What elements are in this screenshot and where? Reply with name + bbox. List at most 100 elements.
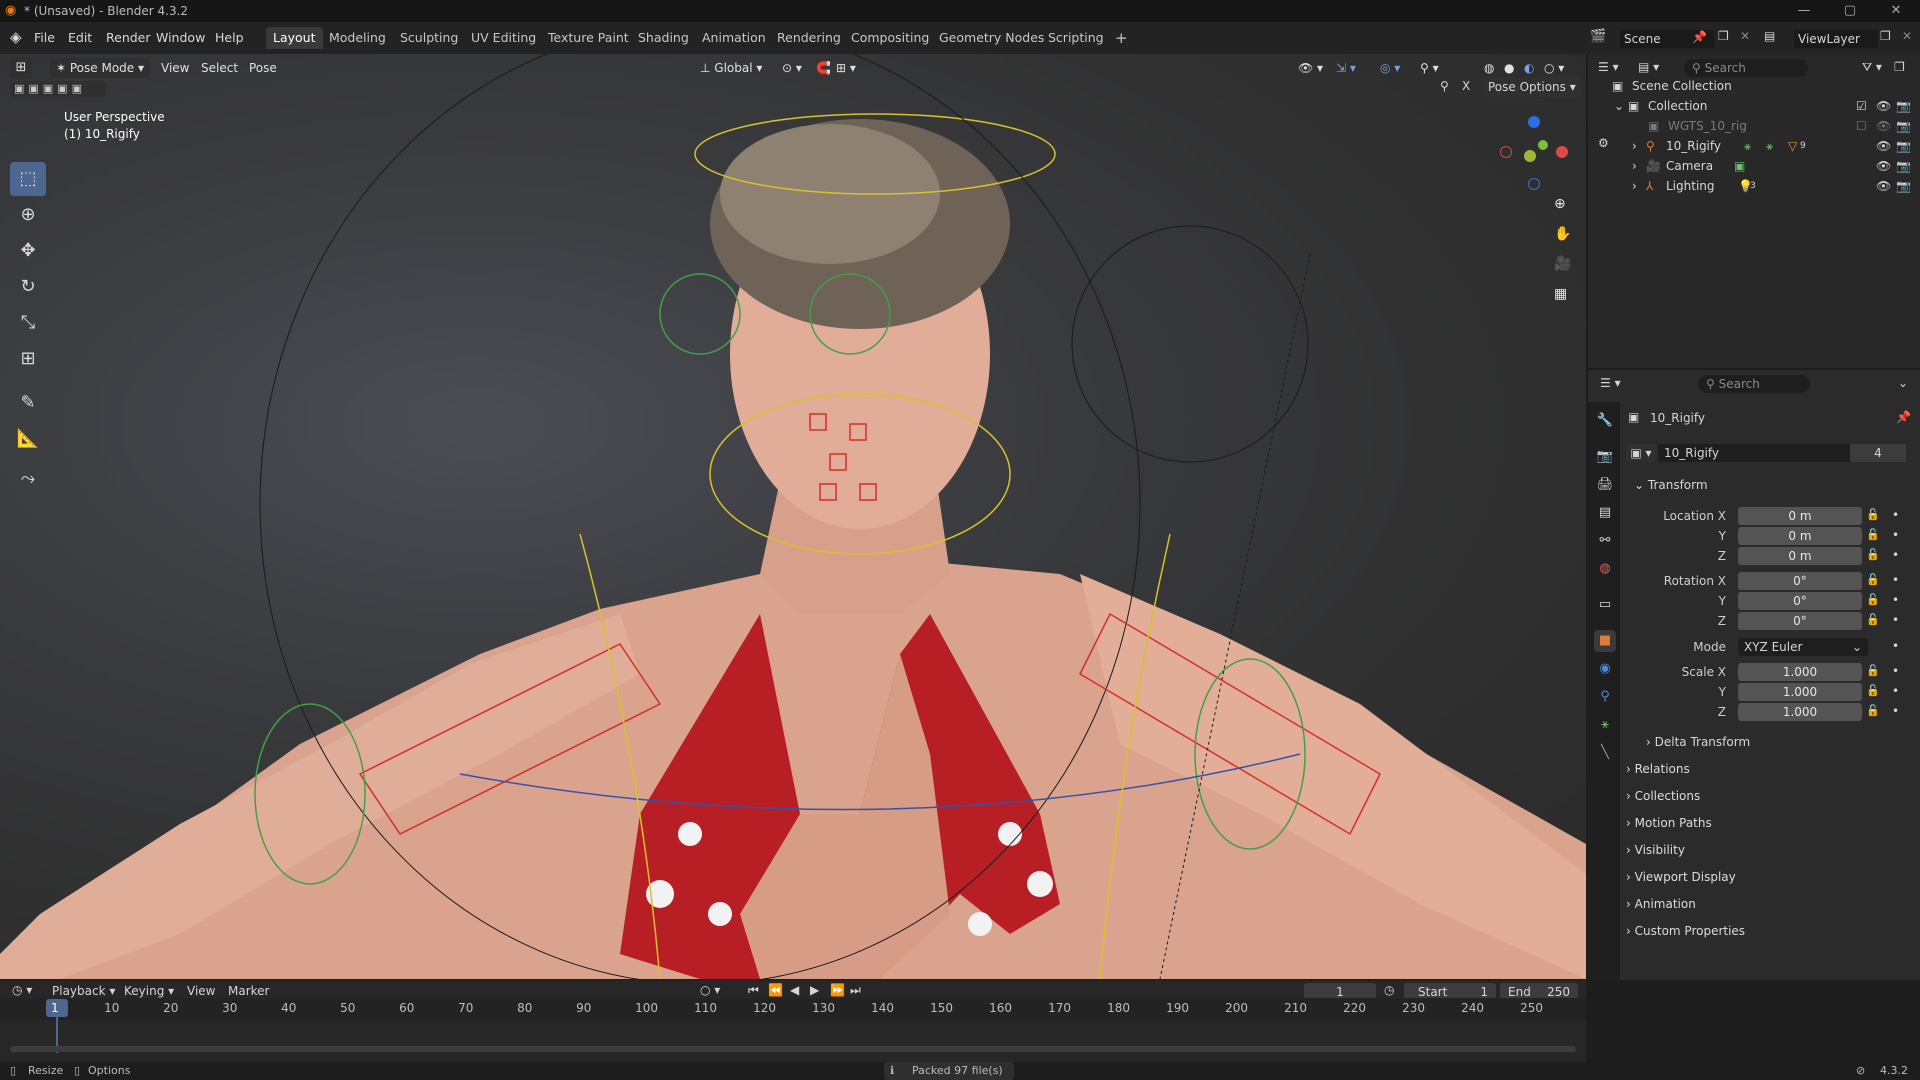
tab-modeling[interactable]: Modeling	[322, 27, 393, 49]
keyframe-dot-icon[interactable]: •	[1892, 528, 1899, 542]
tab-texture-paint[interactable]: Texture Paint	[541, 27, 636, 49]
tree-row-wgts[interactable]: ▣ WGTS_10_rig ☐ 👁 📷	[1588, 116, 1920, 136]
keyframe-dot-icon[interactable]: •	[1892, 593, 1899, 607]
expand-arrow-icon[interactable]: ›	[1632, 136, 1637, 156]
remove-viewlayer-icon[interactable]: ✕	[1902, 29, 1912, 43]
status-report[interactable]: ℹ Packed 97 file(s)	[884, 1062, 1014, 1080]
scene-icon[interactable]: 🎬	[1590, 29, 1606, 44]
keyframe-dot-icon[interactable]: •	[1892, 684, 1899, 698]
axis-x-icon[interactable]	[1556, 146, 1568, 158]
menu-window[interactable]: Window	[156, 30, 205, 45]
jump-end-icon[interactable]: ⏭	[850, 983, 861, 998]
minimize-icon[interactable]: —	[1796, 3, 1812, 19]
play-reverse-icon[interactable]: ◀	[790, 983, 799, 997]
datablock-name-field[interactable]: 10_Rigify	[1658, 444, 1856, 462]
scale-tool-icon[interactable]: ⤡	[10, 306, 46, 340]
shading-material-icon[interactable]: ◐	[1524, 58, 1534, 78]
lock-icon[interactable]: 🔓	[1866, 704, 1880, 717]
tree-row-camera[interactable]: › 🎥 Camera ▣ 👁 📷	[1588, 156, 1920, 176]
filter-icon[interactable]: ⛛ ▾	[1862, 60, 1882, 75]
keying-menu[interactable]: Keying ▾	[124, 984, 174, 998]
pin-icon[interactable]: 📌	[1896, 410, 1911, 424]
datablock-selector[interactable]: ▣ ▾	[1626, 444, 1656, 462]
camera-restrict-icon[interactable]: 📷	[1896, 156, 1911, 176]
bone-tab-icon[interactable]: ╲	[1594, 742, 1616, 764]
mirror-x-toggle[interactable]: X	[1462, 79, 1470, 93]
transform-panel-header[interactable]: ⌄ Transform	[1634, 478, 1708, 492]
tree-row-rigify[interactable]: › ⚲ 10_Rigify ⚹ ⚹ ▽ 9 👁 📷	[1588, 136, 1920, 156]
scale-y-field[interactable]: 1.000	[1738, 683, 1862, 701]
rotation-y-field[interactable]: 0°	[1738, 592, 1862, 610]
options-chevron-icon[interactable]: ⌄	[1898, 376, 1908, 390]
bone-tool-icon[interactable]: ⤳	[10, 462, 46, 496]
output-tab-icon[interactable]: 🖨	[1594, 474, 1616, 496]
lock-icon[interactable]: 🔓	[1866, 593, 1880, 606]
clock-icon[interactable]: ◷	[1384, 983, 1394, 997]
keyframe-dot-icon[interactable]: •	[1892, 639, 1899, 653]
menu-render[interactable]: Render	[106, 30, 151, 45]
delta-transform-subpanel[interactable]: › Delta Transform	[1646, 735, 1750, 749]
keyframe-dot-icon[interactable]: •	[1892, 664, 1899, 678]
ortho-toggle-icon[interactable]: ▦	[1554, 286, 1567, 302]
auto-keying-icon[interactable]: ○ ▾	[700, 983, 720, 997]
eye-icon[interactable]: 👁	[1876, 116, 1891, 136]
3d-viewport[interactable]: ⊞ ✶ Pose Mode ▾ View Select Pose ⊥ Globa…	[0, 54, 1586, 979]
panel-animation[interactable]: › Animation	[1626, 897, 1696, 911]
shading-rendered-icon[interactable]: ○ ▾	[1544, 58, 1564, 78]
rotation-mode-dropdown[interactable]: XYZ Euler ⌄	[1738, 638, 1868, 656]
lock-icon[interactable]: 🔓	[1866, 684, 1880, 697]
object-tab-icon[interactable]: ■	[1594, 630, 1616, 652]
axis-neg-z-icon[interactable]	[1528, 178, 1540, 190]
user-count-badge[interactable]: 4	[1850, 444, 1906, 462]
axis-y-icon[interactable]	[1538, 140, 1548, 150]
overlay-icon[interactable]: ◎ ▾	[1380, 58, 1400, 78]
display-mode-icon[interactable]: ▤ ▾	[1638, 60, 1659, 74]
visibility-icon[interactable]: 👁 ▾	[1298, 58, 1323, 78]
tab-rendering[interactable]: Rendering	[770, 27, 848, 49]
marker-menu[interactable]: Marker	[228, 984, 269, 998]
lock-icon[interactable]: 🔓	[1866, 573, 1880, 586]
zoom-icon[interactable]: ⊕	[1554, 196, 1566, 212]
lock-icon[interactable]: 🔓	[1866, 613, 1880, 626]
menu-file[interactable]: File	[34, 30, 55, 45]
tool-tab-icon[interactable]: 🔧	[1594, 410, 1616, 432]
rotation-z-field[interactable]: 0°	[1738, 612, 1862, 630]
keyframe-dot-icon[interactable]: •	[1892, 573, 1899, 587]
menu-edit[interactable]: Edit	[68, 30, 92, 45]
axis-neg-x-icon[interactable]	[1500, 146, 1512, 158]
pivot-icon[interactable]: ⊙ ▾	[782, 58, 802, 78]
shading-solid-icon[interactable]: ●	[1504, 58, 1514, 78]
checkbox-icon[interactable]: ☑	[1856, 96, 1867, 116]
eye-icon[interactable]: 👁	[1876, 156, 1891, 176]
constraints-tab-icon[interactable]: ⚲	[1594, 686, 1616, 708]
panel-relations[interactable]: › Relations	[1626, 762, 1690, 776]
scene-tab-icon[interactable]: ⚯	[1594, 530, 1616, 552]
scale-x-field[interactable]: 1.000	[1738, 663, 1862, 681]
play-icon[interactable]: ▶	[810, 983, 819, 997]
render-tab-icon[interactable]: 📷	[1594, 446, 1616, 468]
keyframe-dot-icon[interactable]: •	[1892, 613, 1899, 627]
viewlayer-icon[interactable]: ▤	[1764, 29, 1775, 43]
tab-compositing[interactable]: Compositing	[844, 27, 936, 49]
location-x-field[interactable]: 0 m	[1738, 507, 1862, 525]
maximize-icon[interactable]: ▢	[1842, 3, 1858, 19]
orientation-dropdown[interactable]: ⊥ Global ▾	[700, 58, 762, 78]
select-mode-buttons[interactable]: ▣▣▣▣▣	[10, 81, 106, 97]
snap-settings-icon[interactable]: ⊞ ▾	[836, 58, 856, 78]
tab-geometry-nodes[interactable]: Geometry Nodes	[932, 27, 1051, 49]
eye-icon[interactable]: 👁	[1876, 136, 1891, 156]
eye-icon[interactable]: 👁	[1876, 96, 1891, 116]
timeline-editor-icon[interactable]: ◷ ▾	[12, 983, 32, 997]
new-collection-icon[interactable]: ❐	[1894, 60, 1905, 74]
location-z-field[interactable]: 0 m	[1738, 547, 1862, 565]
measure-tool-icon[interactable]: 📐	[10, 422, 46, 456]
lock-icon[interactable]: 🔓	[1866, 508, 1880, 521]
tree-row-lighting[interactable]: › ⅄ Lighting 💡 3 👁 📷	[1588, 176, 1920, 196]
pin-icon[interactable]: 📌	[1692, 30, 1707, 44]
next-keyframe-icon[interactable]: ⏩	[830, 983, 845, 997]
lock-icon[interactable]: 🔓	[1866, 664, 1880, 677]
mode-dropdown[interactable]: ✶ Pose Mode ▾	[50, 58, 151, 78]
panel-visibility[interactable]: › Visibility	[1626, 843, 1685, 857]
camera-view-icon[interactable]: 🎥	[1554, 256, 1571, 272]
cursor-tool-icon[interactable]: ⊕	[10, 198, 46, 232]
